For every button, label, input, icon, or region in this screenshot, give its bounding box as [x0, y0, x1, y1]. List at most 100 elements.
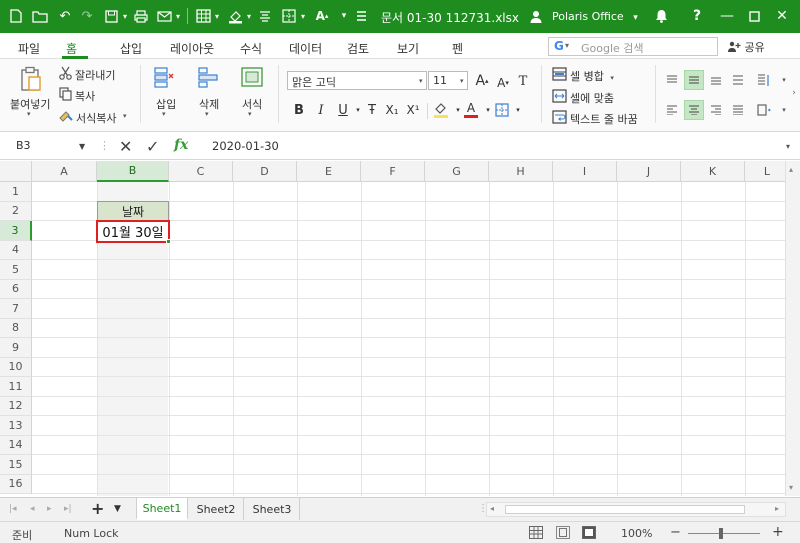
wrap-text-icon[interactable] — [551, 109, 567, 125]
name-box-dropdown-icon[interactable]: ▼ — [79, 142, 85, 151]
italic-button[interactable]: I — [312, 100, 330, 120]
table-icon[interactable] — [193, 7, 213, 25]
column-header-b[interactable]: B — [97, 161, 169, 182]
copy-button[interactable]: 복사 — [75, 88, 95, 104]
close-icon[interactable]: ✕ — [771, 6, 793, 26]
column-header-l[interactable]: L — [745, 161, 790, 182]
row-header-8[interactable]: 8 — [0, 318, 32, 338]
insert-button[interactable]: 삽입 — [156, 96, 176, 112]
distribute-icon[interactable] — [728, 100, 748, 120]
maximize-icon[interactable] — [743, 6, 765, 26]
minimize-icon[interactable]: — — [716, 6, 738, 26]
last-sheet-icon[interactable]: ▸| — [64, 504, 72, 514]
cut-button[interactable]: 잘라내기 — [75, 67, 115, 83]
user-icon[interactable] — [528, 7, 544, 25]
horizontal-scroll-thumb[interactable] — [505, 505, 745, 514]
fit-to-cell-icon[interactable] — [551, 88, 567, 104]
format-painter-dropdown-icon[interactable]: ▾ — [123, 112, 127, 120]
table-dropdown-icon[interactable]: ▾ — [213, 7, 221, 25]
print-icon[interactable] — [133, 7, 149, 25]
search-engine-dropdown-icon[interactable]: ▾ — [565, 41, 569, 50]
tab-view[interactable]: 보기 — [397, 40, 419, 57]
font-size-dropdown-icon[interactable]: ▾ — [460, 77, 464, 85]
tab-layout[interactable]: 레이아웃 — [170, 40, 214, 57]
email-dropdown-icon[interactable]: ▾ — [174, 7, 182, 25]
cut-icon[interactable] — [58, 66, 72, 80]
page-layout-view-icon[interactable] — [556, 526, 570, 539]
row-header-9[interactable]: 9 — [0, 338, 32, 358]
subscript-button[interactable]: X₁ — [383, 100, 401, 120]
zoom-slider[interactable] — [688, 533, 760, 534]
tab-review[interactable]: 검토 — [347, 40, 369, 57]
align-left-icon[interactable] — [662, 100, 682, 120]
row-header-2[interactable]: 2 — [0, 201, 32, 221]
row-header-13[interactable]: 13 — [0, 416, 32, 436]
row-header-14[interactable]: 14 — [0, 435, 32, 455]
delete-dropdown-icon[interactable]: ▾ — [205, 110, 209, 118]
align-center-icon[interactable] — [684, 100, 704, 120]
email-icon[interactable] — [155, 7, 173, 25]
align-middle-icon[interactable] — [684, 70, 704, 90]
bold-button[interactable]: B — [290, 100, 308, 120]
sheet-tab-sheet1[interactable]: Sheet1 — [136, 498, 188, 520]
column-header-i[interactable]: I — [553, 161, 617, 182]
sheet-list-dropdown-icon[interactable]: ▼ — [114, 504, 121, 514]
clear-format-icon[interactable]: T — [514, 71, 532, 91]
paste-dropdown-icon[interactable]: ▾ — [27, 110, 31, 118]
format-dropdown-icon[interactable]: ▾ — [248, 110, 252, 118]
tab-formula[interactable]: 수식 — [240, 40, 262, 57]
column-header-h[interactable]: H — [489, 161, 553, 182]
zoom-slider-thumb[interactable] — [719, 528, 723, 539]
tab-insert[interactable]: 삽입 — [120, 40, 142, 57]
page-break-view-icon[interactable] — [582, 526, 596, 539]
column-header-a[interactable]: A — [32, 161, 97, 182]
fill-color-icon[interactable] — [225, 7, 245, 25]
cell-b3-selected[interactable]: 01월 30일 — [96, 220, 170, 243]
user-account-label[interactable]: Polaris Office ▾ — [552, 10, 638, 23]
first-sheet-icon[interactable]: |◂ — [9, 504, 17, 514]
add-sheet-button[interactable]: + — [91, 499, 104, 518]
insert-function-icon[interactable]: fx — [174, 137, 188, 153]
column-header-d[interactable]: D — [233, 161, 297, 182]
sheet-tab-sheet2[interactable]: Sheet2 — [189, 498, 244, 520]
prev-sheet-icon[interactable]: ◂ — [30, 504, 35, 514]
tab-file[interactable]: 파일 — [18, 40, 40, 57]
row-header-11[interactable]: 11 — [0, 377, 32, 397]
strikethrough-button[interactable]: Ŧ — [363, 100, 381, 120]
confirm-edit-icon[interactable]: ✓ — [146, 137, 159, 156]
normal-view-icon[interactable] — [529, 526, 543, 539]
scroll-down-icon[interactable]: ▾ — [789, 483, 793, 492]
quick-access-more-icon[interactable]: ▾ — [339, 7, 349, 25]
column-header-j[interactable]: J — [617, 161, 681, 182]
justify-icon[interactable] — [728, 70, 748, 90]
merge-cells-icon[interactable] — [551, 66, 567, 82]
align-icon[interactable] — [257, 7, 273, 25]
fit-to-cell-button[interactable]: 셀에 맞춤 — [570, 90, 614, 106]
cell-border-dropdown-icon[interactable]: ▾ — [509, 100, 527, 120]
row-header-5[interactable]: 5 — [0, 260, 32, 280]
spreadsheet-grid[interactable]: A B C D E F G H I J K L 1 2 3 4 5 6 7 8 9 10 11 12 13 14 15 16 날짜 01월… — [0, 161, 800, 496]
zoom-in-button[interactable]: + — [772, 524, 784, 540]
next-sheet-icon[interactable]: ▸ — [47, 504, 52, 514]
row-header-3[interactable]: 3 — [0, 221, 32, 241]
format-painter-button[interactable]: 서식복사 — [76, 110, 116, 126]
row-header-16[interactable]: 16 — [0, 474, 32, 494]
column-header-c[interactable]: C — [169, 161, 233, 182]
cancel-edit-icon[interactable]: ✕ — [119, 137, 132, 156]
tab-home[interactable]: 홈 — [66, 40, 77, 57]
indent-icon[interactable] — [754, 100, 774, 120]
cell-b2[interactable]: 날짜 — [97, 201, 169, 221]
formula-expand-icon[interactable]: ▾ — [786, 142, 790, 151]
tab-data[interactable]: 데이터 — [289, 40, 322, 57]
column-header-f[interactable]: F — [361, 161, 425, 182]
row-header-4[interactable]: 4 — [0, 240, 32, 260]
zoom-level[interactable]: 100% — [621, 527, 652, 540]
column-header-g[interactable]: G — [425, 161, 489, 182]
help-icon[interactable]: ? — [686, 6, 708, 26]
highlight-color-icon[interactable] — [432, 100, 450, 120]
align-top-icon[interactable] — [662, 70, 682, 90]
align-right-icon[interactable] — [706, 100, 726, 120]
wrap-text-button[interactable]: 텍스트 줄 바꿈 — [570, 111, 638, 127]
shrink-font-icon[interactable]: A ▾ — [494, 73, 512, 93]
save-dropdown-icon[interactable]: ▾ — [121, 7, 129, 25]
